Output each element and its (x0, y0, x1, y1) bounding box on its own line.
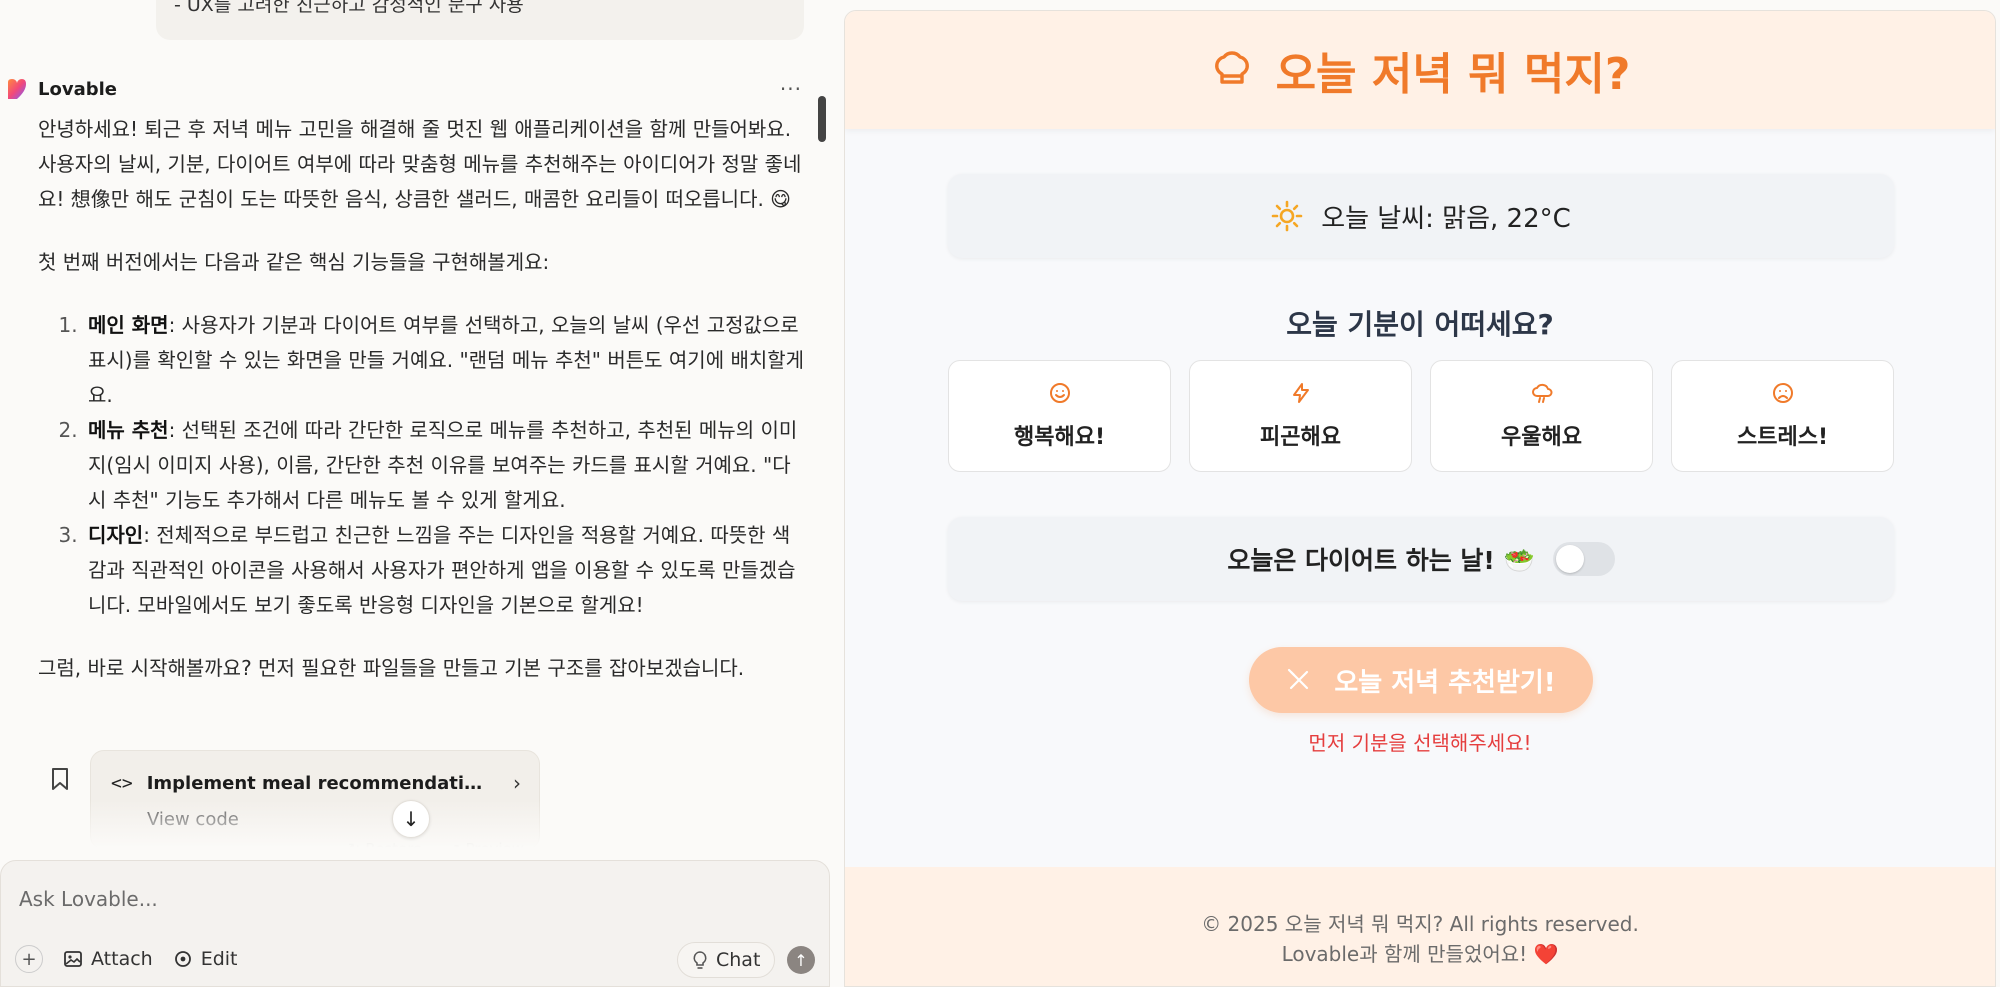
toggle-knob (1555, 545, 1584, 573)
message-outro: 그럼, 바로 시작해볼까요? 먼저 필요한 파일들을 만들고 기본 구조를 잡아… (38, 656, 745, 680)
app-footer: © 2025 오늘 저녁 뭐 먹지? All rights reserved. … (845, 867, 1995, 986)
app-preview: 오늘 저녁 뭐 먹지? 오늘 날씨: 맑음, 22°C 오늘 기분이 어떠세요?… (844, 10, 1996, 987)
mood-option-happy[interactable]: 행복해요! (948, 360, 1171, 472)
message-intro: 안녕하세요! 퇴근 후 저녁 메뉴 고민을 해결해 줄 멋진 웹 애플리케이션을… (38, 117, 802, 211)
weather-text: 오늘 날씨: 맑음, 22°C (1321, 203, 1571, 234)
feature-title: 디자인 (88, 523, 144, 547)
assistant-message: 안녕하세요! 퇴근 후 저녁 메뉴 고민을 해결해 줄 멋진 웹 애플리케이션을… (38, 112, 806, 714)
scroll-down-button[interactable]: ↓ (392, 800, 430, 838)
message-lead: 첫 번째 버전에서는 다음과 같은 핵심 기능들을 구현해볼게요: (38, 250, 550, 274)
code-icon: <> (111, 772, 133, 794)
more-options-button[interactable]: ··· (780, 77, 802, 101)
prompt-input[interactable] (19, 887, 619, 911)
utensils-icon (1288, 668, 1309, 690)
code-change-card[interactable]: <> Implement meal recommendation a... › … (90, 750, 540, 850)
sun-icon (1271, 200, 1303, 232)
list-item: 디자인: 전체적으로 부드럽고 친근한 느낌을 주는 디자인을 적용할 거예요.… (84, 518, 806, 623)
message-actions: ↻ Restore ↗ Preview (348, 840, 524, 858)
app-title: 오늘 저녁 뭐 먹지? (1275, 49, 1631, 100)
send-button[interactable]: ↑ (787, 946, 815, 974)
target-icon (174, 951, 191, 967)
diet-card: 오늘은 다이어트 하는 날! 🥗 (948, 517, 1894, 601)
feature-title: 메인 화면 (88, 313, 169, 337)
list-item: 메인 화면: 사용자가 기분과 다이어트 여부를 선택하고, 오늘의 날씨 (우… (84, 308, 806, 413)
feature-title: 메뉴 추천 (88, 418, 169, 442)
code-card-title: Implement meal recommendation a... (146, 772, 483, 794)
chevron-right-icon[interactable]: › (513, 771, 521, 795)
frown-icon (1772, 383, 1793, 403)
mood-label: 행복해요! (1014, 425, 1105, 450)
mood-option-stressed[interactable]: 스트레스! (1671, 360, 1894, 472)
chat-panel: - UX를 고려한 친근하고 감성적인 문구 사용 Lovable ··· 안녕… (0, 0, 842, 987)
restore-label: Restore (365, 840, 423, 858)
bookmark-icon[interactable] (50, 767, 70, 791)
mood-options: 행복해요! 피곤해요 우울해요 스트레스! (948, 360, 1894, 472)
preview-button[interactable]: ↗ Preview (448, 840, 524, 858)
arrow-up-icon: ↑ (794, 950, 808, 970)
attach-button[interactable]: Attach (63, 948, 153, 970)
scrollbar-thumb[interactable] (818, 96, 826, 142)
footer-copyright: © 2025 오늘 저녁 뭐 먹지? All rights reserved. (1201, 912, 1639, 936)
assistant-name: Lovable (38, 78, 117, 100)
mood-label: 스트레스! (1737, 425, 1828, 450)
arrow-down-icon: ↓ (402, 807, 420, 831)
image-icon (64, 951, 82, 967)
lovable-logo-icon (8, 79, 26, 99)
footer-credit: Lovable과 함께 만들었어요! ❤️ (1281, 942, 1559, 966)
recommend-label: 오늘 저녁 추천받기! (1334, 667, 1556, 698)
mood-option-tired[interactable]: 피곤해요 (1189, 360, 1412, 472)
feature-text: : 선택된 조건에 따라 간단한 로직으로 메뉴를 추천하고, 추천된 메뉴의 … (88, 418, 798, 512)
restore-button[interactable]: ↻ Restore (348, 840, 422, 858)
mood-label: 우울해요 (1501, 425, 1582, 450)
add-button[interactable]: + (15, 945, 43, 973)
recommend-button[interactable]: 오늘 저녁 추천받기! (1249, 647, 1593, 713)
list-item: 메뉴 추천: 선택된 조건에 따라 간단한 로직으로 메뉴를 추천하고, 추천된… (84, 413, 806, 518)
lightbulb-icon (693, 951, 707, 969)
mood-option-sad[interactable]: 우울해요 (1430, 360, 1653, 472)
edit-button[interactable]: Edit (173, 948, 238, 970)
preview-label: Preview (465, 840, 524, 858)
feature-list: 메인 화면: 사용자가 기분과 다이어트 여부를 선택하고, 오늘의 날씨 (우… (38, 308, 806, 623)
app-header: 오늘 저녁 뭐 먹지? (845, 11, 1995, 129)
view-code-link[interactable]: View code (147, 809, 239, 830)
assistant-header: Lovable ··· (6, 72, 802, 106)
lightning-icon (1292, 383, 1309, 403)
composer: + Attach Edit Cha (0, 860, 830, 987)
chef-hat-icon (1214, 51, 1249, 84)
chat-mode-button[interactable]: Chat (677, 942, 776, 978)
edit-label: Edit (200, 948, 238, 970)
composer-toolbar: + Attach Edit (15, 945, 238, 973)
feature-text: : 전체적으로 부드럽고 친근한 느낌을 주는 디자인을 적용할 거예요. 따뜻… (88, 523, 796, 617)
attach-label: Attach (91, 948, 153, 970)
smile-icon (1049, 383, 1070, 403)
previous-message-text: - UX를 고려한 친근하고 감성적인 문구 사용 (174, 0, 524, 16)
chat-mode-label: Chat (716, 949, 761, 971)
mood-label: 피곤해요 (1260, 425, 1341, 450)
code-card-header: <> Implement meal recommendation a... › (111, 771, 521, 795)
previous-user-message: - UX를 고려한 친근하고 감성적인 문구 사용 (156, 0, 804, 40)
feature-text: : 사용자가 기분과 다이어트 여부를 선택하고, 오늘의 날씨 (우선 고정값… (88, 313, 805, 407)
weather-card: 오늘 날씨: 맑음, 22°C (948, 174, 1894, 258)
diet-toggle[interactable] (1552, 542, 1615, 576)
diet-label: 오늘은 다이어트 하는 날! 🥗 (1227, 546, 1535, 575)
validation-message: 먼저 기분을 선택해주세요! (1308, 731, 1532, 755)
rain-cloud-icon (1531, 383, 1552, 403)
mood-question: 오늘 기분이 어떠세요? (1286, 308, 1554, 341)
